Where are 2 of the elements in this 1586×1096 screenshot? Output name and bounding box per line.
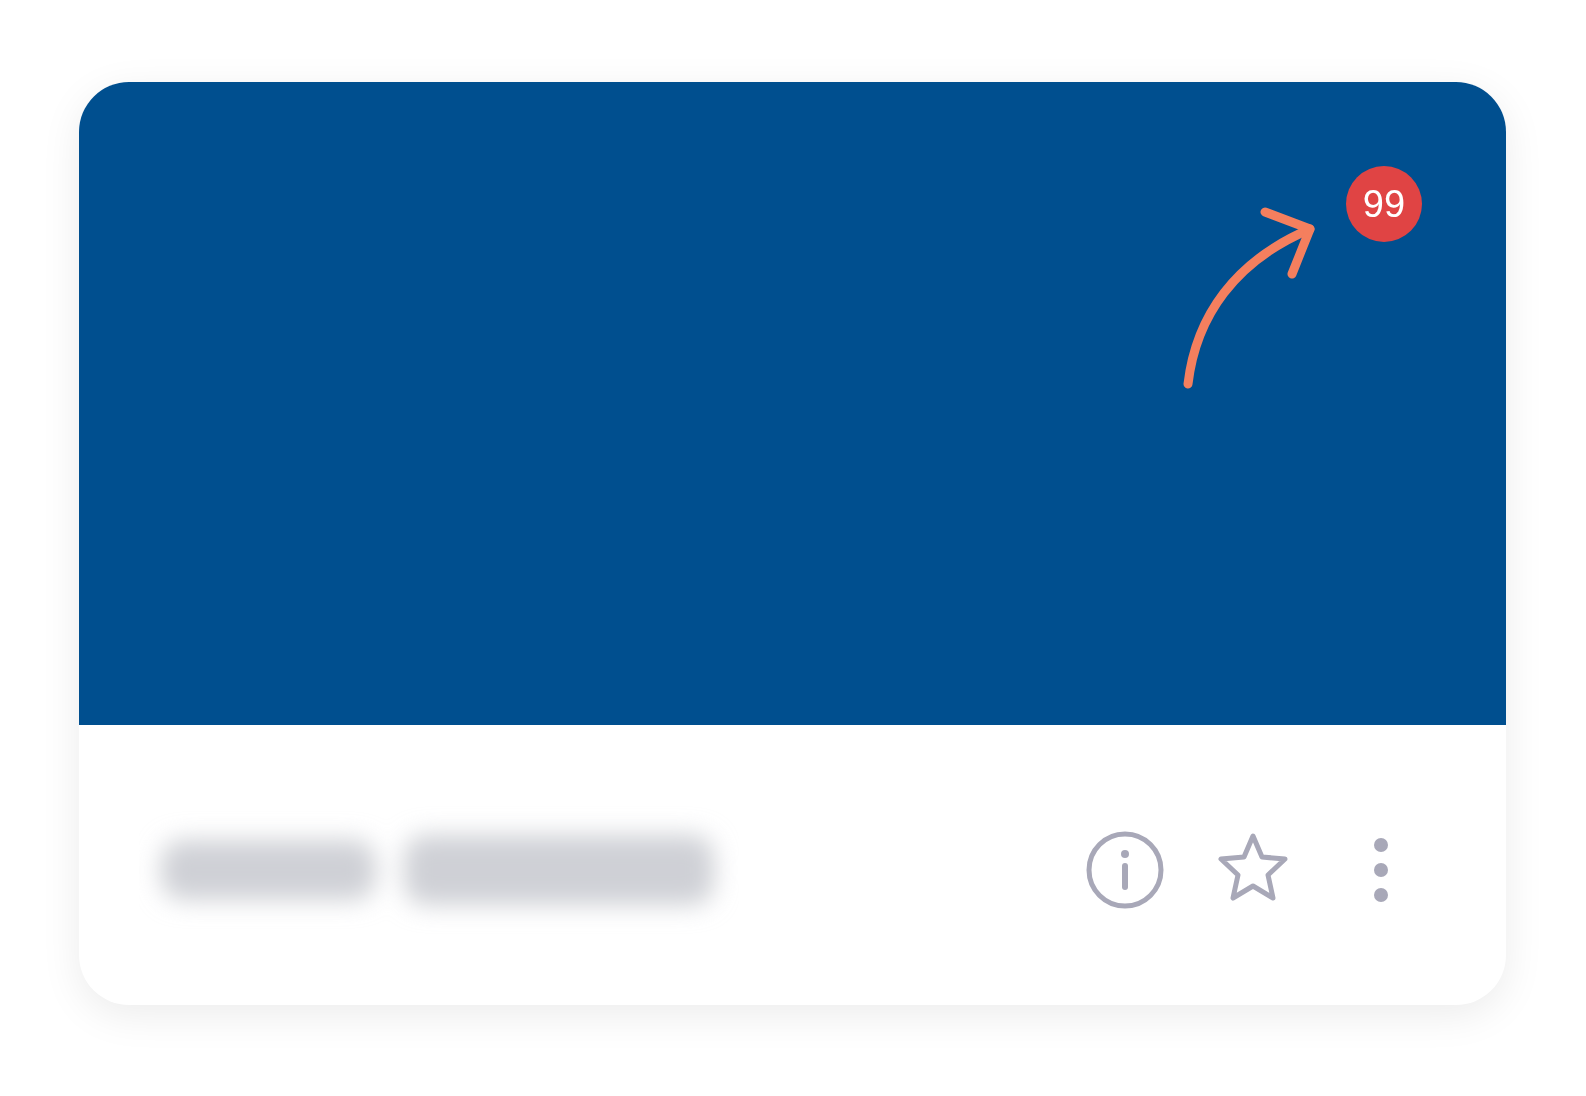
info-icon[interactable]	[1085, 830, 1165, 910]
notification-badge: 99	[1346, 166, 1422, 242]
